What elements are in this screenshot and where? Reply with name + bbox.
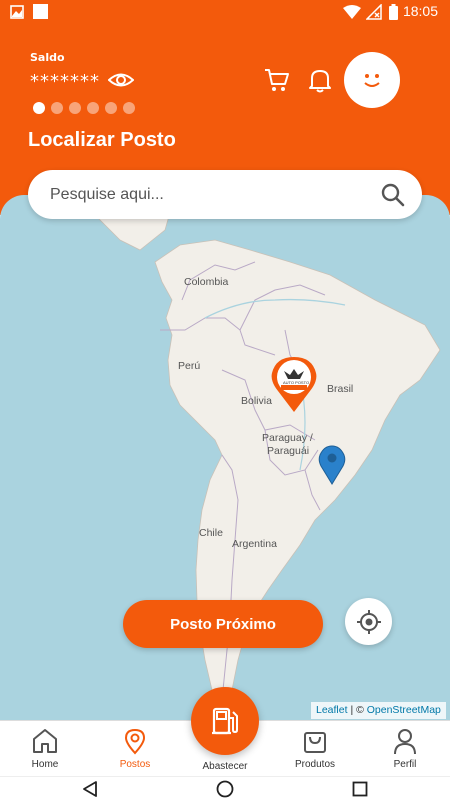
carousel-dots (33, 99, 141, 118)
status-time: 18:05 (402, 3, 438, 19)
back-icon[interactable] (82, 781, 98, 797)
saldo-value: ******* (30, 71, 100, 92)
search-icon[interactable] (380, 182, 406, 208)
home-icon (33, 729, 57, 753)
attribution-separator: | © (347, 704, 367, 716)
nav-postos-label: Postos (119, 759, 151, 770)
search-input[interactable] (48, 180, 372, 210)
carousel-dot[interactable] (123, 102, 135, 114)
abastecer-fab[interactable] (191, 687, 259, 755)
home-circle-icon[interactable] (216, 780, 234, 798)
map-label-chile: Chile (199, 527, 223, 539)
search-bar (28, 170, 422, 219)
map-label-paraguai: Paraguái (267, 445, 310, 457)
map-label-colombia: Colombia (184, 276, 229, 288)
image-notification-icon (10, 5, 24, 19)
locate-me-button[interactable] (345, 598, 392, 645)
recents-icon[interactable] (352, 781, 368, 797)
nav-postos[interactable]: Postos (95, 721, 175, 777)
shopping-bag-icon (304, 732, 326, 753)
carousel-dot[interactable] (51, 102, 63, 114)
location-marker-icon[interactable] (318, 445, 346, 485)
nav-produtos-label: Produtos (294, 759, 336, 770)
notification-square-icon (33, 4, 48, 19)
nav-abastecer-label: Abastecer (202, 761, 248, 772)
nav-produtos[interactable]: Produtos (275, 721, 355, 777)
carousel-dot[interactable] (87, 102, 99, 114)
eye-icon[interactable] (108, 69, 134, 91)
status-bar: 18:05 (0, 0, 450, 25)
avatar[interactable] (344, 52, 400, 108)
map-label-paraguay: Paraguay / (262, 432, 313, 444)
fuel-pump-icon (212, 707, 238, 735)
nav-home-label: Home (31, 759, 59, 770)
cart-icon[interactable] (264, 67, 290, 93)
posto-proximo-button[interactable]: Posto Próximo (123, 600, 323, 648)
smiley-icon (364, 74, 380, 87)
osm-link[interactable]: OpenStreetMap (367, 704, 441, 716)
map-label-bolivia: Bolivia (241, 395, 272, 407)
page-title: Localizar Posto (28, 129, 176, 151)
leaflet-link[interactable]: Leaflet (316, 704, 348, 716)
location-pin-icon (124, 728, 146, 755)
station-marker-text: AUTO POSTO (283, 380, 310, 385)
nav-perfil[interactable]: Perfil (365, 721, 445, 777)
carousel-dot[interactable] (33, 102, 45, 114)
person-icon (394, 729, 416, 755)
battery-icon (389, 4, 398, 20)
crosshair-icon (356, 609, 381, 634)
carousel-dot[interactable] (105, 102, 117, 114)
bell-icon[interactable] (308, 67, 332, 93)
map-label-brasil: Brasil (327, 383, 354, 395)
no-signal-icon (366, 4, 382, 20)
nav-home[interactable]: Home (5, 721, 85, 777)
map-label-argentina: Argentina (232, 538, 277, 550)
carousel-dot[interactable] (69, 102, 81, 114)
map-label-peru: Perú (178, 360, 201, 372)
wifi-icon (343, 5, 361, 19)
system-navigation-bar (0, 776, 450, 801)
map-attribution: Leaflet | © OpenStreetMap (311, 702, 446, 719)
station-marker[interactable]: AUTO POSTO (270, 355, 318, 413)
saldo-label: Saldo (30, 51, 65, 64)
nav-perfil-label: Perfil (393, 759, 417, 770)
